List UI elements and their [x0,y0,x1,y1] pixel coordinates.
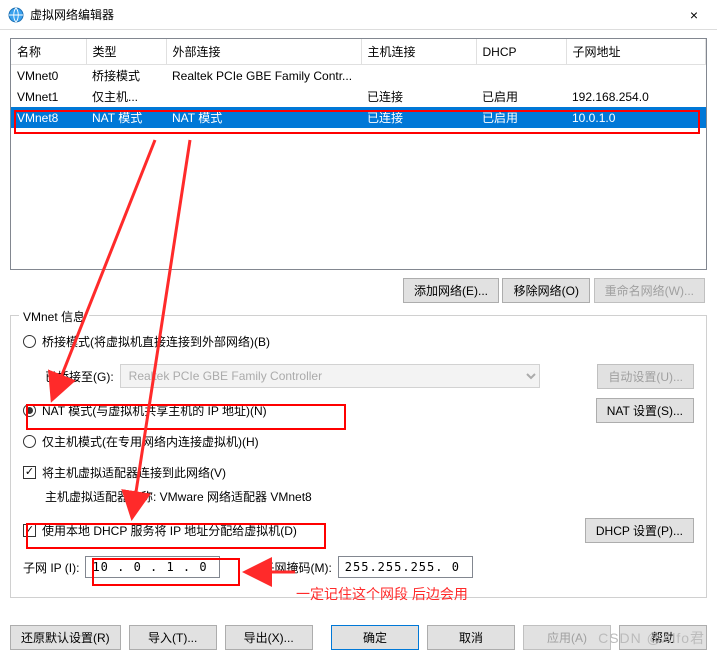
col-host[interactable]: 主机连接 [361,39,476,65]
table-buttons: 添加网络(E)... 移除网络(O) 重命名网络(W)... [10,278,707,303]
radio-icon [23,435,36,448]
nat-radio[interactable]: NAT 模式(与虚拟机共享主机的 IP 地址)(N) [23,402,267,419]
ok-button[interactable]: 确定 [331,625,419,650]
remove-network-button[interactable]: 移除网络(O) [502,278,590,303]
auto-settings-button: 自动设置(U)... [597,364,694,389]
dhcp-settings-button[interactable]: DHCP 设置(P)... [585,518,694,543]
vmnet-info-group: VMnet 信息 桥接模式(将虚拟机直接连接到外部网络)(B) 已桥接至(G):… [10,315,707,598]
cancel-button[interactable]: 取消 [427,625,515,650]
col-ext[interactable]: 外部连接 [166,39,361,65]
radio-icon [23,404,36,417]
checkbox-icon [23,466,36,479]
hostonly-radio[interactable]: 仅主机模式(在专用网络内连接虚拟机)(H) [23,433,694,450]
help-button[interactable]: 帮助 [619,625,707,650]
bridged-to-label: 已桥接至(G): [45,368,114,385]
import-button[interactable]: 导入(T)... [129,625,217,650]
adapter-name-label: 主机虚拟适配器名称: VMware 网络适配器 VMnet8 [45,488,694,505]
table-row[interactable]: VMnet1仅主机...已连接已启用192.168.254.0 [11,86,706,107]
dialog-buttons: 还原默认设置(R) 导入(T)... 导出(X)... 确定 取消 应用(A) … [10,625,707,650]
use-dhcp-label: 使用本地 DHCP 服务将 IP 地址分配给虚拟机(D) [42,522,297,539]
col-type[interactable]: 类型 [86,39,166,65]
globe-icon [8,7,24,23]
add-network-button[interactable]: 添加网络(E)... [403,278,499,303]
table-row[interactable]: VMnet8NAT 模式NAT 模式已连接已启用10.0.1.0 [11,107,706,128]
titlebar: 虚拟网络编辑器 × [0,0,717,30]
hostonly-label: 仅主机模式(在专用网络内连接虚拟机)(H) [42,433,259,450]
bridged-label: 桥接模式(将虚拟机直接连接到外部网络)(B) [42,333,270,350]
connect-host-label: 将主机虚拟适配器连接到此网络(V) [42,464,226,481]
window-title: 虚拟网络编辑器 [30,6,679,23]
bridged-radio[interactable]: 桥接模式(将虚拟机直接连接到外部网络)(B) [23,333,694,350]
subnet-mask-input[interactable]: 255.255.255. 0 [338,556,473,578]
table-row[interactable]: VMnet0桥接模式Realtek PCIe GBE Family Contr.… [11,65,706,87]
col-subnet[interactable]: 子网地址 [566,39,706,65]
col-dhcp[interactable]: DHCP [476,39,566,65]
col-name[interactable]: 名称 [11,39,86,65]
export-button[interactable]: 导出(X)... [225,625,313,650]
connect-host-check[interactable]: 将主机虚拟适配器连接到此网络(V) [23,464,694,481]
bridged-to-field: 已桥接至(G): Realtek PCIe GBE Family Control… [45,364,540,388]
network-table[interactable]: 名称 类型 外部连接 主机连接 DHCP 子网地址 VMnet0桥接模式Real… [10,38,707,270]
use-dhcp-check[interactable]: 使用本地 DHCP 服务将 IP 地址分配给虚拟机(D) [23,522,297,539]
group-legend: VMnet 信息 [19,308,89,325]
nat-settings-button[interactable]: NAT 设置(S)... [596,398,694,423]
checkbox-icon [23,524,36,537]
subnet-ip-input[interactable]: 10 . 0 . 1 . 0 [85,556,220,578]
nat-label: NAT 模式(与虚拟机共享主机的 IP 地址)(N) [42,402,267,419]
apply-button: 应用(A) [523,625,611,650]
bridged-adapter-select: Realtek PCIe GBE Family Controller [120,364,540,388]
radio-icon [23,335,36,348]
subnet-mask-label: 子网掩码(M): [262,559,331,576]
rename-network-button: 重命名网络(W)... [594,278,705,303]
subnet-ip-label: 子网 IP (I): [23,559,79,576]
restore-defaults-button[interactable]: 还原默认设置(R) [10,625,121,650]
close-icon[interactable]: × [679,7,709,23]
